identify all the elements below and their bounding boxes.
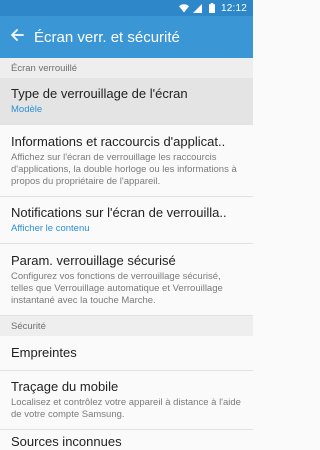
unknown-sources-title: Sources inconnues xyxy=(11,434,122,449)
notifications-value: Afficher le contenu xyxy=(11,223,90,234)
wifi-icon xyxy=(178,3,189,13)
info-shortcuts-title: Informations et raccourcis d'applicat.. xyxy=(11,133,226,149)
secure-lock-description: Configurez vos fonctions de verrouillage… xyxy=(11,270,223,306)
notifications-item[interactable]: Notifications sur l'écran de verrouilla.… xyxy=(0,197,253,244)
fingerprints-item[interactable]: Empreintes xyxy=(0,336,253,371)
unknown-sources-item[interactable]: Sources inconnues xyxy=(0,430,253,450)
status-bar: 12:12 xyxy=(0,0,253,16)
clock: 12:12 xyxy=(220,2,247,14)
battery-icon xyxy=(207,3,217,13)
section-header-lock-screen: Écran verrouillé xyxy=(0,58,253,78)
fingerprints-title: Empreintes xyxy=(11,345,77,360)
arrow-back-icon xyxy=(10,28,24,47)
find-my-mobile-title: Traçage du mobile xyxy=(11,379,119,394)
info-shortcuts-item[interactable]: Informations et raccourcis d'applicat.. … xyxy=(0,125,253,197)
section-header-security: Sécurité xyxy=(0,316,253,336)
secure-lock-title: Param. verrouillage sécurisé xyxy=(11,252,176,268)
notifications-title: Notifications sur l'écran de verrouilla.… xyxy=(11,205,227,220)
back-button[interactable] xyxy=(0,16,34,58)
info-shortcuts-description: Affichez sur l'écran de verrouillage les… xyxy=(11,151,237,187)
lock-type-title: Type de verrouillage de l'écran xyxy=(11,86,188,101)
lock-type-value: Modèle xyxy=(11,104,43,115)
lock-type-item[interactable]: Type de verrouillage de l'écran Modèle xyxy=(0,78,253,125)
app-bar: Écran verr. et sécurité xyxy=(0,16,253,58)
find-my-mobile-item[interactable]: Traçage du mobile Localisez et contrôlez… xyxy=(0,371,253,430)
secure-lock-settings-item[interactable]: Param. verrouillage sécurisé Configurez … xyxy=(0,244,253,316)
find-my-mobile-description: Localisez et contrôlez votre appareil à … xyxy=(11,397,241,420)
page-title: Écran verr. et sécurité xyxy=(34,28,180,46)
signal-icon xyxy=(193,3,203,13)
